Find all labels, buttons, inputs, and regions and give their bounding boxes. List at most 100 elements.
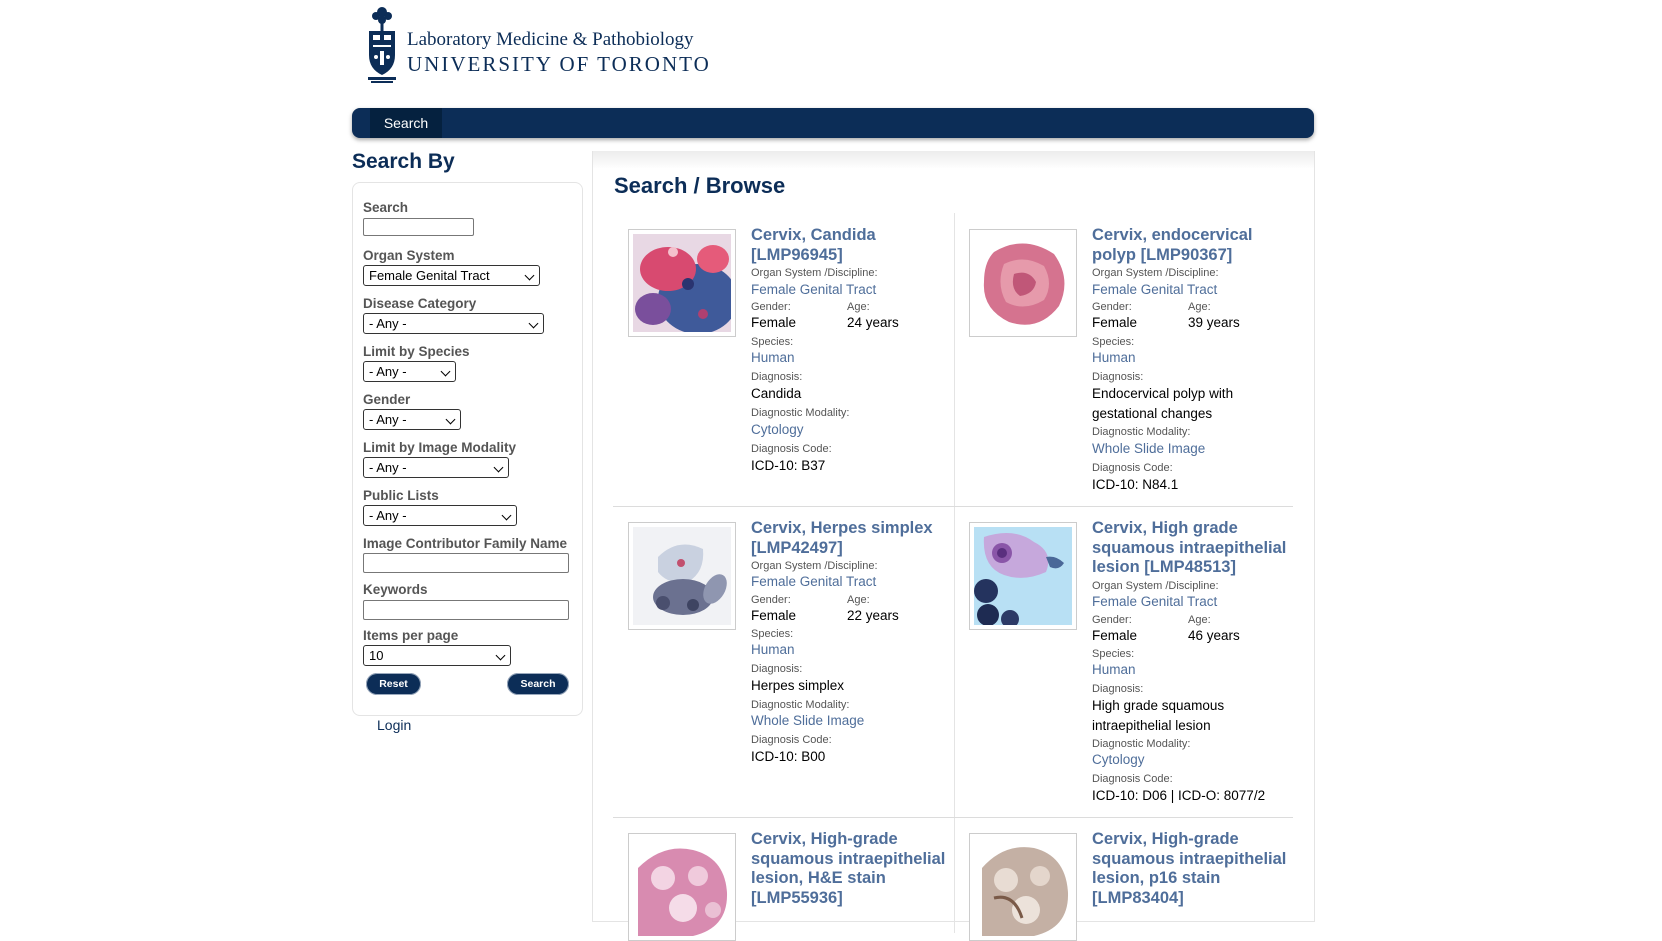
age-value: 46 years <box>1188 628 1240 643</box>
age-field-label: Age: <box>847 594 870 606</box>
contributor-input[interactable] <box>363 553 569 573</box>
result-card: Cervix, Herpes simplex [LMP42497] Organ … <box>613 506 953 817</box>
species-field-label: Species: <box>751 628 794 640</box>
image-modality-value: - Any - <box>369 460 407 475</box>
diagnosis-value-line1: High grade squamous <box>1092 698 1225 713</box>
modality-value[interactable]: Whole Slide Image <box>751 713 864 728</box>
chevron-down-icon <box>440 366 451 377</box>
result-title[interactable]: Cervix, High grade squamous intraepithel… <box>1092 519 1292 578</box>
organ-system-select[interactable]: Female Genital Tract <box>363 265 540 286</box>
gender-value: - Any - <box>369 412 407 427</box>
age-value: 22 years <box>847 608 899 623</box>
diagnosis-value: Candida <box>751 386 802 401</box>
diagnosis-value-line1: Endocervical polyp with <box>1092 386 1234 401</box>
result-thumbnail[interactable] <box>628 833 736 941</box>
result-title[interactable]: Cervix, Candida [LMP96945] <box>751 226 951 265</box>
species-field-label: Species: <box>1092 648 1135 660</box>
diagnosis-field-label: Diagnosis: <box>1092 371 1144 383</box>
result-card: Cervix, High-grade squamous intraepithel… <box>954 817 1294 941</box>
result-title[interactable]: Cervix, Herpes simplex [LMP42497] <box>751 519 951 558</box>
contributor-label: Image Contributor Family Name <box>363 536 568 551</box>
code-field-label: Diagnosis Code: <box>1092 462 1173 474</box>
code-value: ICD-10: B00 <box>751 749 826 764</box>
items-per-page-select[interactable]: 10 <box>363 645 511 666</box>
chevron-down-icon <box>493 462 504 473</box>
disease-category-label: Disease Category <box>363 296 477 311</box>
modality-field-label: Diagnostic Modality: <box>1092 738 1191 750</box>
code-field-label: Diagnosis Code: <box>751 734 832 746</box>
organ-value[interactable]: Female Genital Tract <box>1092 282 1217 297</box>
he-stain-slide-image <box>633 838 731 936</box>
age-field-label: Age: <box>1188 301 1211 313</box>
modality-field-label: Diagnostic Modality: <box>751 699 850 711</box>
modality-value[interactable]: Whole Slide Image <box>1092 441 1205 456</box>
keywords-input[interactable] <box>363 600 569 620</box>
herpes-slide-image <box>633 527 731 625</box>
gender-select[interactable]: - Any - <box>363 409 461 430</box>
reset-button[interactable]: Reset <box>366 673 421 695</box>
modality-value[interactable]: Cytology <box>751 422 804 437</box>
result-thumbnail[interactable] <box>628 229 736 337</box>
disease-category-value: - Any - <box>369 316 407 331</box>
diagnosis-value: Herpes simplex <box>751 678 845 693</box>
chevron-down-icon <box>445 414 456 425</box>
image-modality-select[interactable]: - Any - <box>363 457 509 478</box>
gender-value: Female <box>751 315 797 330</box>
organ-value[interactable]: Female Genital Tract <box>751 574 876 589</box>
result-card: Cervix, High grade squamous intraepithel… <box>954 506 1294 817</box>
organ-system-value: Female Genital Tract <box>369 268 490 283</box>
result-title[interactable]: Cervix, endocervical polyp [LMP90367] <box>1092 226 1292 265</box>
species-select[interactable]: - Any - <box>363 361 456 382</box>
hsil-slide-image <box>974 527 1072 625</box>
species-field-label: Species: <box>751 336 794 348</box>
result-thumbnail[interactable] <box>969 522 1077 630</box>
items-per-page-value: 10 <box>369 648 384 663</box>
public-lists-value: - Any - <box>369 508 407 523</box>
search-input[interactable] <box>363 218 474 236</box>
result-title[interactable]: Cervix, High-grade squamous intraepithel… <box>1092 830 1292 908</box>
results-panel: Search / Browse Cervix, Candida [LMP9694… <box>592 151 1315 941</box>
login-link[interactable]: Login <box>377 717 411 733</box>
code-field-label: Diagnosis Code: <box>751 443 832 455</box>
logo-department-name: Laboratory Medicine & Pathobiology <box>407 29 694 50</box>
age-field-label: Age: <box>847 301 870 313</box>
species-value: - Any - <box>369 364 407 379</box>
species-value[interactable]: Human <box>1092 350 1136 365</box>
code-value: ICD-10: D06 | ICD-O: 8077/2 <box>1092 788 1266 803</box>
keywords-label: Keywords <box>363 582 428 597</box>
gender-field-label: Gender: <box>751 301 791 313</box>
diagnosis-field-label: Diagnosis: <box>751 663 803 675</box>
gender-value: Female <box>1092 628 1138 643</box>
species-value[interactable]: Human <box>751 642 795 657</box>
modality-field-label: Diagnostic Modality: <box>1092 426 1191 438</box>
organ-value[interactable]: Female Genital Tract <box>751 282 876 297</box>
search-form-panel: Search Organ System Female Genital Tract… <box>352 182 583 716</box>
chevron-down-icon <box>524 270 535 281</box>
chevron-down-icon <box>528 318 539 329</box>
species-value[interactable]: Human <box>751 350 795 365</box>
disease-category-select[interactable]: - Any - <box>363 313 544 334</box>
site-logo[interactable]: Laboratory Medicine & Pathobiology UNIVE… <box>365 5 745 91</box>
species-value[interactable]: Human <box>1092 662 1136 677</box>
result-thumbnail[interactable] <box>969 229 1077 337</box>
organ-value[interactable]: Female Genital Tract <box>1092 594 1217 609</box>
result-thumbnail[interactable] <box>628 522 736 630</box>
nav-item-search[interactable]: Search <box>370 108 442 138</box>
chevron-down-icon <box>495 650 506 661</box>
diagnosis-field-label: Diagnosis: <box>751 371 803 383</box>
diagnosis-field-label: Diagnosis: <box>1092 683 1144 695</box>
code-value: ICD-10: N84.1 <box>1092 477 1179 492</box>
public-lists-select[interactable]: - Any - <box>363 505 517 526</box>
result-thumbnail[interactable] <box>969 833 1077 941</box>
search-label: Search <box>363 200 409 215</box>
modality-value[interactable]: Cytology <box>1092 752 1145 767</box>
age-field-label: Age: <box>1188 614 1211 626</box>
search-button[interactable]: Search <box>507 673 569 695</box>
organ-field-label: Organ System /Discipline: <box>751 560 878 572</box>
chevron-down-icon <box>501 510 512 521</box>
logo-university-name: UNIVERSITY OF TORONTO <box>407 52 711 76</box>
result-title[interactable]: Cervix, High-grade squamous intraepithel… <box>751 830 951 908</box>
gender-field-label: Gender: <box>1092 614 1132 626</box>
image-modality-label: Limit by Image Modality <box>363 440 517 455</box>
page-title: Search / Browse <box>614 173 786 198</box>
